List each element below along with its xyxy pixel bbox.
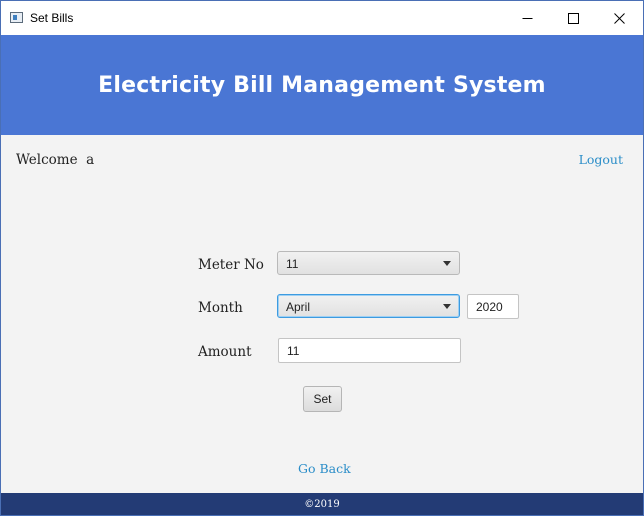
maximize-icon — [567, 12, 579, 24]
title-bar[interactable]: Set Bills — [1, 1, 643, 35]
set-bills-window: Set Bills Electricity Bill Management Sy… — [0, 0, 644, 516]
minimize-icon — [522, 17, 532, 19]
minimize-button[interactable] — [504, 1, 550, 35]
chevron-down-icon — [443, 304, 451, 309]
welcome-text: Welcome a — [16, 152, 95, 168]
header-banner: Electricity Bill Management System — [1, 35, 643, 135]
app-title: Electricity Bill Management System — [98, 72, 546, 98]
month-selected-value: April — [286, 300, 311, 314]
go-back-link[interactable]: Go Back — [298, 461, 351, 476]
set-button[interactable]: Set — [303, 386, 342, 412]
meter-no-label: Meter No — [198, 257, 264, 273]
chevron-down-icon — [443, 261, 451, 266]
meter-no-selected-value: 11 — [286, 257, 299, 271]
close-icon — [613, 12, 625, 24]
amount-field[interactable]: 11 — [278, 338, 461, 363]
year-field[interactable]: 2020 — [467, 294, 519, 319]
app-icon — [10, 12, 23, 23]
close-button[interactable] — [596, 1, 642, 35]
month-label: Month — [198, 300, 243, 316]
copyright-text: ©2019 — [304, 498, 340, 510]
window-title: Set Bills — [30, 11, 74, 25]
logout-link[interactable]: Logout — [579, 152, 623, 167]
month-dropdown[interactable]: April — [277, 294, 460, 318]
meter-no-dropdown[interactable]: 11 — [277, 251, 460, 275]
amount-label: Amount — [198, 344, 252, 360]
footer-bar: ©2019 — [1, 493, 643, 515]
maximize-button[interactable] — [550, 1, 596, 35]
